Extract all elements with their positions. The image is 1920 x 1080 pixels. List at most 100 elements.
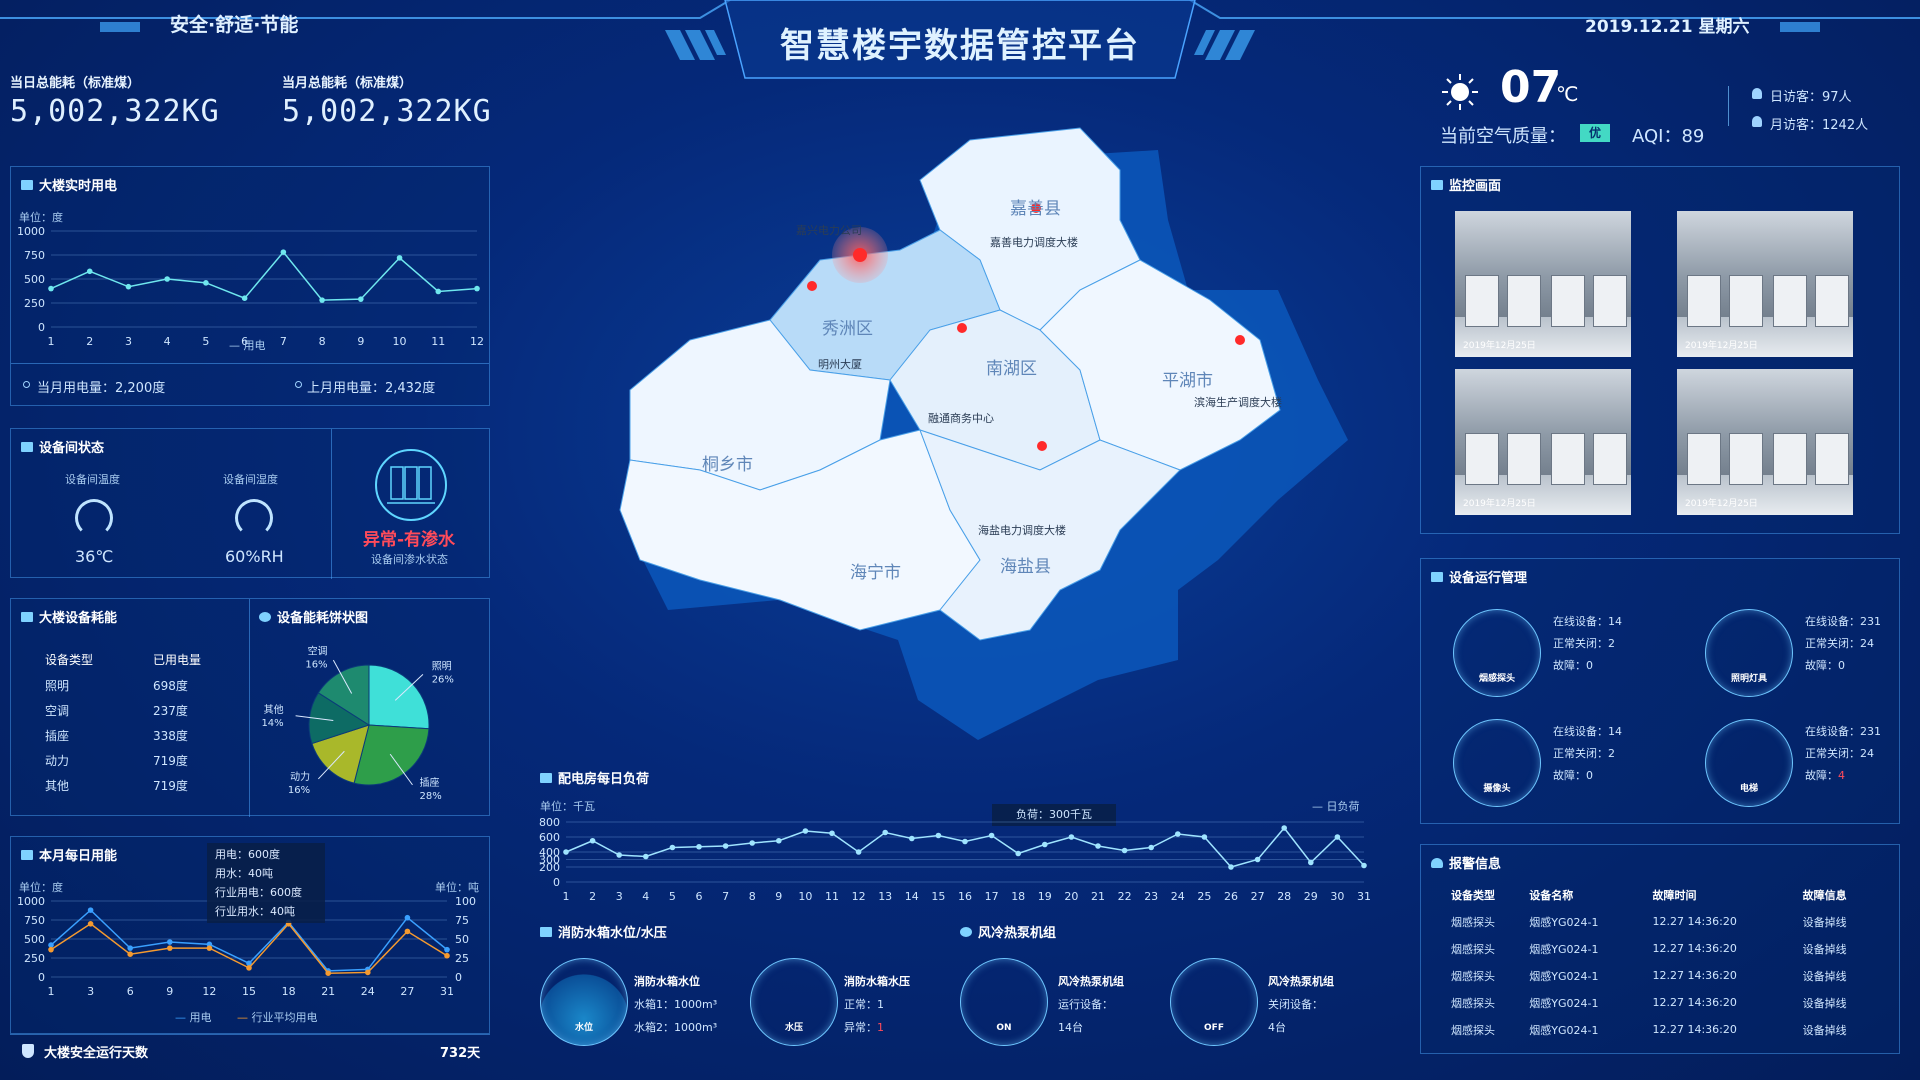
elevator-icon[interactable]: 电梯 (1705, 719, 1793, 807)
x-tick-label: 19 (1038, 890, 1052, 903)
water-level-info: 消防水箱水位 水箱1：1000m³ 水箱2：1000m³ (634, 975, 718, 1034)
water-pressure-icon[interactable]: 水压 (750, 958, 838, 1046)
table-row[interactable]: 烟感探头 烟感YG024-1 12.27 14:36:20 设备掉线 (1451, 1016, 1881, 1043)
y-tick-label: 400 (539, 846, 560, 859)
data-point (616, 852, 622, 858)
data-point (87, 921, 94, 927)
x-tick-label: 30 (1330, 890, 1344, 903)
pump-off-icon[interactable]: OFF (1170, 958, 1258, 1046)
slogan: 安全·舒适·节能 (170, 14, 299, 36)
y-tick-label: 750 (24, 249, 45, 262)
day-visitors: 日访客：97人 (1770, 90, 1852, 105)
map-point[interactable] (853, 248, 867, 262)
data-point (1015, 850, 1021, 857)
camera-feed[interactable]: 2019年12月25日 (1455, 369, 1631, 515)
data-point (127, 945, 133, 951)
camera-feed[interactable]: 2019年12月25日 (1455, 211, 1631, 357)
x-tick-label: 4 (164, 335, 171, 348)
x-tick-label: 3 (87, 985, 94, 998)
water-level-icon[interactable]: 水位 (540, 958, 628, 1046)
camera-feed[interactable]: 2019年12月25日 (1677, 369, 1853, 515)
map-point[interactable] (1037, 441, 1047, 451)
y-tick-label: 500 (24, 933, 45, 946)
leak-alarm: 异常-有渗水 (363, 530, 456, 550)
data-point (404, 914, 411, 921)
map-point[interactable] (807, 281, 817, 291)
data-point (749, 840, 755, 846)
data-point (855, 849, 862, 855)
camera-feed[interactable]: 2019年12月25日 (1677, 211, 1853, 357)
data-point (962, 838, 968, 845)
room-status-panel: 设备间状态 设备间温度 设备间湿度 36℃ 60%RH 异常-有渗水 设备间渗水… (10, 428, 490, 579)
panel-title: 本月每日用能 (39, 849, 118, 864)
data-point (325, 970, 332, 976)
x-tick-label: 15 (931, 890, 945, 903)
region-map: 嘉善县 秀洲区 南湖区 平湖市 桐乡市 海宁市 海盐县 嘉兴电力公司 嘉善电力调… (619, 127, 1348, 740)
consume-row: 插座 338度 (45, 729, 188, 743)
x-tick-label: 9 (357, 335, 364, 348)
pump-off-info: 风冷热泵机组 关闭设备： 4台 (1268, 975, 1334, 1034)
separator (249, 599, 250, 817)
point-label: 海盐电力调度大楼 (978, 523, 1066, 537)
grid-icon (21, 611, 33, 622)
pump-on-icon[interactable]: ON (960, 958, 1048, 1046)
y-tick-label: 750 (24, 914, 45, 927)
legend-load: — 日负荷 (1312, 800, 1360, 813)
map-point[interactable] (957, 323, 967, 333)
tooltip: 用电：600度 用水：40吨 行业用电：600度 行业用水：40吨 (207, 843, 325, 923)
x-tick-label: 27 (400, 985, 414, 998)
x-tick-label: 11 (825, 890, 839, 903)
data-point (358, 296, 364, 302)
x-tick-label: 5 (202, 335, 209, 348)
x-tick-label: 6 (127, 985, 134, 998)
panel-title: 配电房每日负荷 (558, 772, 650, 787)
humidity-label: 设备间湿度 (223, 473, 278, 486)
panel-title: 监控画面 (1449, 179, 1502, 194)
smoke-detector-icon[interactable]: 烟感探头 (1453, 609, 1541, 697)
data-point (127, 951, 133, 957)
data-point (1148, 844, 1154, 851)
cabinet-icon (375, 449, 447, 521)
chart-icon (21, 179, 33, 190)
chart-icon (21, 849, 33, 860)
page-title: 智慧楼宇数据管控平台 (780, 26, 1140, 66)
header-bar: 智慧楼宇数据管控平台 安全·舒适·节能 2019.12.21 星期六 (0, 0, 1920, 79)
data-point (203, 280, 209, 286)
map-point[interactable] (1235, 335, 1245, 345)
table-row[interactable]: 烟感探头 烟感YG024-1 12.27 14:36:20 设备掉线 (1451, 908, 1881, 935)
region-label: 南湖区 (986, 359, 1037, 379)
equipment-consumption-panel: 大楼设备耗能 设备类型 已用电量 照明 698度 空调 237度 插座 338度 动力… (10, 598, 490, 817)
camera-icon[interactable]: 摄像头 (1453, 719, 1541, 807)
month-energy-value: 5,002,322KG (282, 94, 492, 129)
x-tick-label: 18 (282, 985, 296, 998)
temperature-value: 07 (1500, 62, 1562, 113)
table-row[interactable]: 烟感探头 烟感YG024-1 12.27 14:36:20 设备掉线 (1451, 962, 1881, 989)
bullet (23, 381, 30, 388)
pie-label: 其他 (264, 703, 284, 716)
y-tick-label: 1000 (17, 895, 45, 908)
x-tick-label: 1 (48, 985, 55, 998)
table-row[interactable]: 烟感探头 烟感YG024-1 12.27 14:36:20 设备掉线 (1451, 935, 1881, 962)
x-tick-label: 24 (1171, 890, 1185, 903)
x-tick-label: 15 (242, 985, 256, 998)
smoke-detector-stats: 在线设备：14 正常关闭：2 故障：0 (1553, 615, 1622, 672)
separator (331, 429, 332, 579)
data-point (241, 295, 248, 301)
data-point (246, 965, 252, 971)
data-point (404, 928, 411, 935)
x-tick-label: 28 (1277, 890, 1291, 903)
date-display: 2019.12.21 星期六 (1585, 17, 1750, 37)
last-month-usage: 上月用电量：2,432度 (307, 381, 436, 396)
lighting-icon[interactable]: 照明灯具 (1705, 609, 1793, 697)
data-point (1042, 841, 1048, 848)
pie-percent: 16% (288, 785, 310, 796)
x-tick-label: 16 (958, 890, 972, 903)
air-quality-label: 当前空气质量： (1440, 126, 1566, 147)
table-row[interactable]: 烟感探头 烟感YG024-1 12.27 14:36:20 设备掉线 (1451, 989, 1881, 1016)
grid-icon (21, 441, 33, 452)
x-tick-label: 2 (86, 335, 93, 348)
panel-title: 风冷热泵机组 (978, 926, 1057, 941)
pie-icon (259, 611, 271, 622)
data-point (444, 946, 450, 953)
x-tick-label: 7 (280, 335, 287, 348)
